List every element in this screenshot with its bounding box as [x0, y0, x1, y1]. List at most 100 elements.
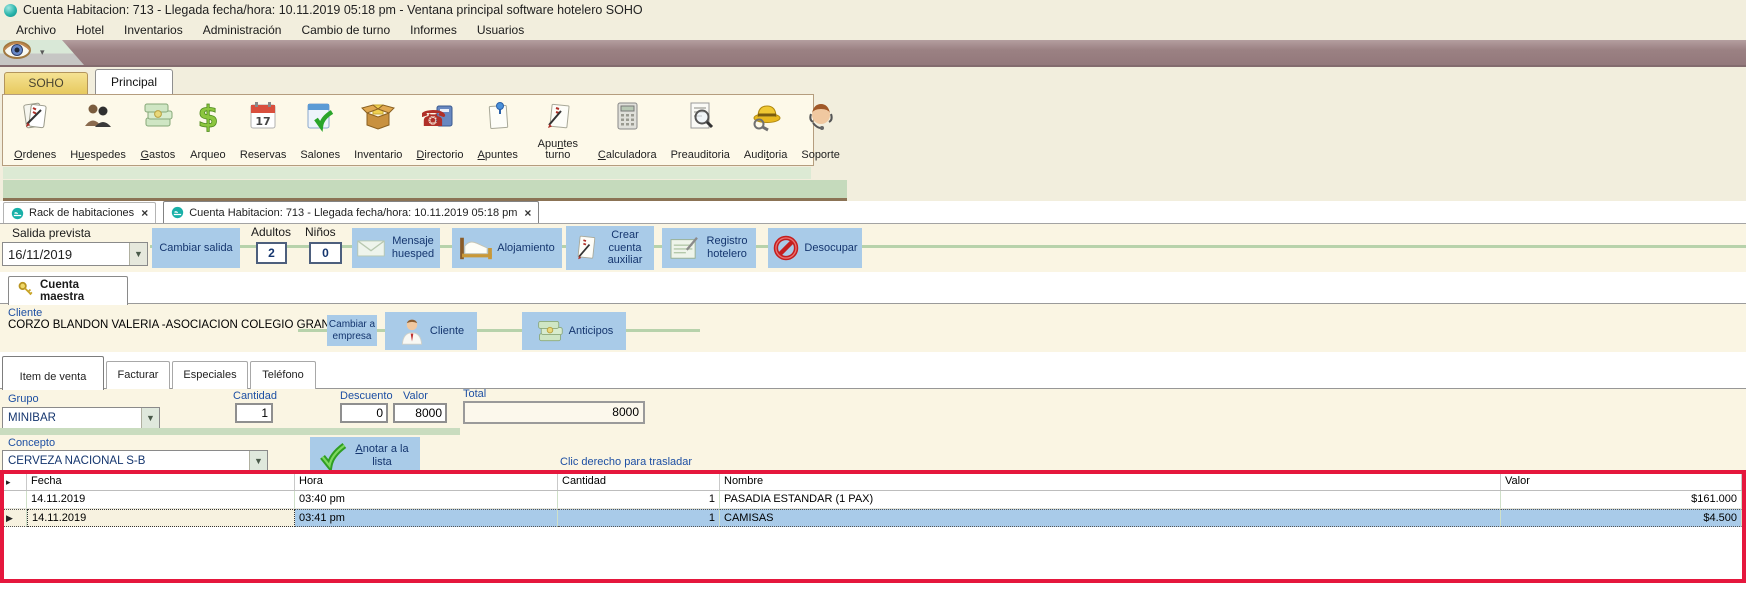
menu-archivo[interactable]: Archivo: [6, 23, 66, 37]
document-tab-1[interactable]: Rack de habitaciones×: [3, 202, 156, 223]
menu-informes[interactable]: Informes: [400, 23, 467, 37]
cell-valor[interactable]: $4.500: [1501, 509, 1742, 527]
reservations-button[interactable]: 17Reservas: [233, 98, 293, 163]
close-icon[interactable]: ×: [524, 206, 531, 220]
chevron-down-icon[interactable]: ▾: [40, 47, 45, 58]
advances-button[interactable]: Anticipos: [522, 312, 626, 350]
column-header-fecha[interactable]: Fecha: [27, 474, 295, 490]
directory-button[interactable]: ☎Directorio: [409, 98, 470, 163]
client-button[interactable]: Cliente: [385, 312, 477, 350]
cell-hora[interactable]: 03:41 pm: [295, 509, 558, 527]
close-icon[interactable]: ×: [141, 206, 148, 220]
audit-button[interactable]: Auditoria: [737, 98, 794, 163]
add-to-list-button[interactable]: Anotar a la lista: [310, 437, 420, 474]
toolbar-item-label: Gastos: [140, 150, 175, 162]
bed-icon: [459, 234, 493, 262]
cash-count-button[interactable]: $ Arqueo: [183, 98, 233, 163]
change-company-button[interactable]: Cambiar a empresa: [327, 315, 377, 346]
calculator-button[interactable]: Calculadora: [591, 98, 664, 163]
cell-cantidad[interactable]: 1: [558, 491, 720, 509]
tab-master-account[interactable]: Cuenta maestra: [8, 276, 128, 305]
change-departure-button[interactable]: Cambiar salida: [152, 228, 240, 268]
shift-notes-icon: [540, 99, 576, 133]
document-tab-2[interactable]: Cuenta Habitacion: 713 - Llegada fecha/h…: [163, 201, 539, 223]
cell-hora[interactable]: 03:40 pm: [295, 491, 558, 509]
lodging-label: Alojamiento: [497, 242, 554, 255]
guest-message-button[interactable]: Mensaje huesped: [352, 228, 440, 268]
menu-cambio-de-turno[interactable]: Cambio de turno: [291, 23, 400, 37]
chevron-down-icon[interactable]: ▼: [129, 243, 147, 265]
menu-hotel[interactable]: Hotel: [66, 23, 114, 37]
value-field[interactable]: [393, 403, 447, 423]
cell-valor[interactable]: $161.000: [1501, 491, 1742, 509]
tab-soho[interactable]: SOHO: [4, 72, 88, 94]
adults-field[interactable]: 2: [256, 242, 287, 264]
concept-select[interactable]: CERVEZA NACIONAL S-B ▼: [2, 450, 268, 472]
column-header-valor[interactable]: Valor: [1501, 474, 1742, 490]
charges-table[interactable]: ▸FechaHoraCantidadNombreValor14.11.20190…: [0, 470, 1746, 583]
preaudit-button[interactable]: Preauditoria: [664, 98, 737, 163]
current-row-arrow-icon: ▶: [4, 509, 27, 527]
tab-principal[interactable]: Principal: [95, 69, 173, 94]
menu-usuarios[interactable]: Usuarios: [467, 23, 534, 37]
tab-tel-fono[interactable]: Teléfono: [250, 361, 316, 389]
table-row[interactable]: ▶14.11.201903:41 pm1CAMISAS$4.500: [4, 509, 1742, 527]
discount-label: Descuento: [340, 390, 393, 402]
money-icon: [535, 317, 565, 345]
cell-nombre[interactable]: CAMISAS: [720, 509, 1501, 527]
expenses-button[interactable]: Gastos: [133, 98, 183, 163]
advances-button-label: Anticipos: [569, 325, 614, 338]
menu-inventarios[interactable]: Inventarios: [114, 23, 193, 37]
children-field[interactable]: 0: [309, 242, 342, 264]
shift-notes-button[interactable]: Apuntes turno: [525, 98, 591, 163]
client-label: Cliente: [8, 307, 42, 319]
toolbar-item-label: Auditoria: [744, 150, 787, 162]
group-select[interactable]: MINIBAR ▼: [2, 407, 160, 429]
tab-especiales[interactable]: Especiales: [172, 361, 248, 389]
eye-icon[interactable]: [2, 40, 32, 65]
tab-item-de-venta[interactable]: Item de venta: [2, 356, 104, 390]
toolbar-item-label: Soporte: [801, 150, 840, 162]
column-header-hora[interactable]: Hora: [295, 474, 558, 490]
guests-button[interactable]: Huespedes: [63, 98, 133, 163]
departure-date-combo[interactable]: 16/11/2019 ▼: [2, 242, 148, 266]
cell-cantidad[interactable]: 1: [558, 509, 720, 527]
toolbar-item-label: Inventario: [354, 150, 402, 162]
concept-value: CERVEZA NACIONAL S-B: [3, 455, 249, 467]
chevron-down-icon[interactable]: ▼: [249, 451, 267, 471]
lodging-button[interactable]: Alojamiento: [452, 228, 562, 268]
toolbar-item-label: Calculadora: [598, 150, 657, 162]
column-header-nombre[interactable]: Nombre: [720, 474, 1501, 490]
discount-field[interactable]: [340, 403, 388, 423]
preaudit-icon: [682, 99, 718, 133]
inventory-button[interactable]: Inventario: [347, 98, 409, 163]
master-account-panel: Cliente CORZO BLANDON VALERIA -ASOCIACIO…: [0, 304, 1746, 470]
tab-facturar[interactable]: Facturar: [106, 361, 170, 389]
notes-button[interactable]: Apuntes: [471, 98, 525, 163]
support-button[interactable]: Soporte: [794, 98, 847, 163]
svg-text:$: $: [197, 100, 218, 133]
orders-button[interactable]: Ordenes: [7, 98, 63, 163]
column-header-cantidad[interactable]: Cantidad: [558, 474, 720, 490]
group-label: Grupo: [8, 393, 39, 405]
drag-hint: Clic derecho para trasladar: [560, 456, 692, 468]
cell-nombre[interactable]: PASADIA ESTANDAR (1 PAX): [720, 491, 1501, 509]
halls-button[interactable]: Salones: [293, 98, 347, 163]
quantity-field[interactable]: [235, 403, 273, 423]
toolbar-item-label: Apuntes: [478, 150, 518, 162]
hotel-register-label: Registro hotelero: [704, 235, 750, 260]
toolbar-item-label: Arqueo: [190, 150, 225, 162]
menu-administraci-n[interactable]: Administración: [193, 23, 292, 37]
departure-date-value: 16/11/2019: [3, 247, 129, 262]
chevron-down-icon[interactable]: ▼: [141, 408, 159, 428]
vacate-button[interactable]: Desocupar: [768, 228, 862, 268]
quantity-label: Cantidad: [233, 390, 277, 402]
table-row[interactable]: 14.11.201903:40 pm1PASADIA ESTANDAR (1 P…: [4, 491, 1742, 509]
halls-icon: [302, 99, 338, 133]
cell-fecha[interactable]: 14.11.2019: [27, 491, 295, 509]
aux-account-button[interactable]: Crear cuenta auxiliar: [566, 226, 654, 270]
register-doc-icon: [668, 235, 700, 261]
cell-fecha[interactable]: 14.11.2019: [27, 509, 295, 527]
hotel-register-button[interactable]: Registro hotelero: [662, 228, 756, 268]
expenses-icon: [140, 99, 176, 133]
